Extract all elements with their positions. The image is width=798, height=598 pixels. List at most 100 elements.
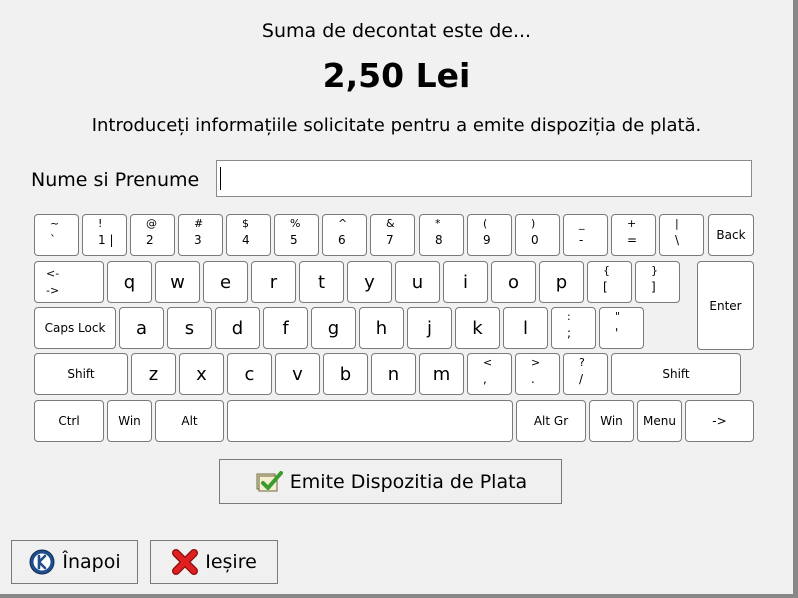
key-shift-label: _: [579, 217, 585, 230]
key-label: /: [579, 372, 584, 386]
payment-window: Suma de decontat este de... 2,50 Lei Int…: [0, 0, 793, 594]
key-label: Shift: [662, 367, 690, 381]
key-7[interactable]: & 7: [370, 214, 415, 256]
key-t[interactable]: t: [299, 261, 344, 303]
back-button[interactable]: Înapoi: [11, 540, 138, 584]
key-label: Win: [118, 414, 141, 428]
key-enter[interactable]: Enter: [697, 261, 754, 350]
key-space[interactable]: [227, 400, 513, 442]
key-r[interactable]: r: [251, 261, 296, 303]
key-label: ->: [712, 414, 727, 428]
key-shift-label: }: [651, 264, 658, 277]
key-label: i: [462, 271, 468, 293]
key-left-bracket[interactable]: {[: [587, 261, 632, 303]
key-1[interactable]: ! 1 |: [82, 214, 127, 256]
key-shift-left[interactable]: Shift: [34, 353, 128, 395]
key-d[interactable]: d: [215, 307, 260, 349]
key-label: h: [375, 317, 388, 339]
key-label: 4: [242, 233, 250, 247]
key-q[interactable]: q: [107, 261, 152, 303]
key-6[interactable]: ^ 6: [322, 214, 367, 256]
key-b[interactable]: b: [323, 353, 368, 395]
key-2[interactable]: @2: [130, 214, 175, 256]
key-semicolon[interactable]: :;: [551, 307, 596, 349]
key-win-right[interactable]: Win: [589, 400, 634, 442]
key-label: a: [135, 317, 148, 339]
key-a[interactable]: a: [119, 307, 164, 349]
key-5[interactable]: % 5: [274, 214, 319, 256]
key-label: q: [123, 271, 136, 293]
amount-value: 2,50 Lei: [322, 56, 471, 95]
key-shift-label: >: [531, 356, 541, 369]
key-menu[interactable]: Menu: [637, 400, 682, 442]
key-label: -: [579, 233, 584, 247]
key-comma[interactable]: <,: [467, 353, 512, 395]
key-shift-label: *: [435, 217, 441, 230]
key-y[interactable]: y: [347, 261, 392, 303]
key-m[interactable]: m: [419, 353, 464, 395]
key-label: p: [555, 271, 568, 293]
key-shift-right[interactable]: Shift: [611, 353, 741, 395]
key-arrow-right[interactable]: ->: [685, 400, 754, 442]
key-quote[interactable]: " ': [599, 307, 644, 349]
key-x[interactable]: x: [179, 353, 224, 395]
key-label: <-: [46, 267, 60, 280]
key-c[interactable]: c: [227, 353, 272, 395]
key-8[interactable]: * 8: [419, 214, 464, 256]
key-label: u: [411, 271, 424, 293]
key-minus[interactable]: _ -: [563, 214, 608, 256]
issue-payment-label: Emite Dispozitia de Plata: [289, 470, 528, 493]
key-backtick[interactable]: ~ `: [34, 214, 79, 256]
key-alt[interactable]: Alt: [155, 400, 224, 442]
key-0[interactable]: ) 0: [515, 214, 560, 256]
key-f[interactable]: f: [263, 307, 308, 349]
key-alt-gr[interactable]: Alt Gr: [516, 400, 586, 442]
key-label: t: [317, 271, 326, 293]
key-period[interactable]: >.: [515, 353, 560, 395]
key-n[interactable]: n: [371, 353, 416, 395]
key-s[interactable]: s: [167, 307, 212, 349]
key-equals[interactable]: + =: [611, 214, 656, 256]
key-l[interactable]: l: [503, 307, 548, 349]
key-caps-lock[interactable]: Caps Lock: [34, 307, 116, 349]
key-9[interactable]: (9: [467, 214, 512, 256]
key-backspace[interactable]: Back: [708, 214, 754, 256]
key-j[interactable]: j: [407, 307, 452, 349]
key-slash[interactable]: ? /: [563, 353, 608, 395]
key-tab[interactable]: <- ->: [34, 261, 104, 303]
exit-button[interactable]: Ieșire: [150, 540, 278, 584]
key-label: Enter: [709, 298, 742, 313]
key-shift-label: +: [627, 217, 637, 230]
key-h[interactable]: h: [359, 307, 404, 349]
key-w[interactable]: w: [155, 261, 200, 303]
key-e[interactable]: e: [203, 261, 248, 303]
key-backslash[interactable]: | \: [659, 214, 704, 256]
key-label: 7: [386, 233, 394, 247]
instructions-text: Introduceți informațiile solicitate pent…: [91, 115, 702, 136]
key-z[interactable]: z: [131, 353, 176, 395]
key-shift-label: @: [146, 217, 157, 230]
key-v[interactable]: v: [275, 353, 320, 395]
key-u[interactable]: u: [395, 261, 440, 303]
key-p[interactable]: p: [539, 261, 584, 303]
close-icon: [172, 549, 199, 575]
issue-payment-button[interactable]: Emite Dispozitia de Plata: [219, 459, 562, 504]
key-g[interactable]: g: [311, 307, 356, 349]
document-check-icon: [256, 470, 283, 491]
key-shift-label: ^: [338, 217, 348, 230]
key-k[interactable]: k: [455, 307, 500, 349]
back-icon: [29, 549, 55, 575]
key-label: x: [196, 363, 207, 385]
key-label: 3: [194, 233, 202, 247]
key-win-left[interactable]: Win: [107, 400, 152, 442]
key-3[interactable]: #3: [178, 214, 223, 256]
key-o[interactable]: o: [491, 261, 536, 303]
key-label: Shift: [67, 367, 95, 381]
key-label: Caps Lock: [44, 321, 106, 335]
key-4[interactable]: $4: [226, 214, 271, 256]
key-right-bracket[interactable]: }]: [635, 261, 680, 303]
name-input[interactable]: [216, 160, 752, 197]
key-i[interactable]: i: [443, 261, 488, 303]
key-ctrl[interactable]: Ctrl: [34, 400, 104, 442]
key-shift-label: ~: [50, 217, 60, 230]
